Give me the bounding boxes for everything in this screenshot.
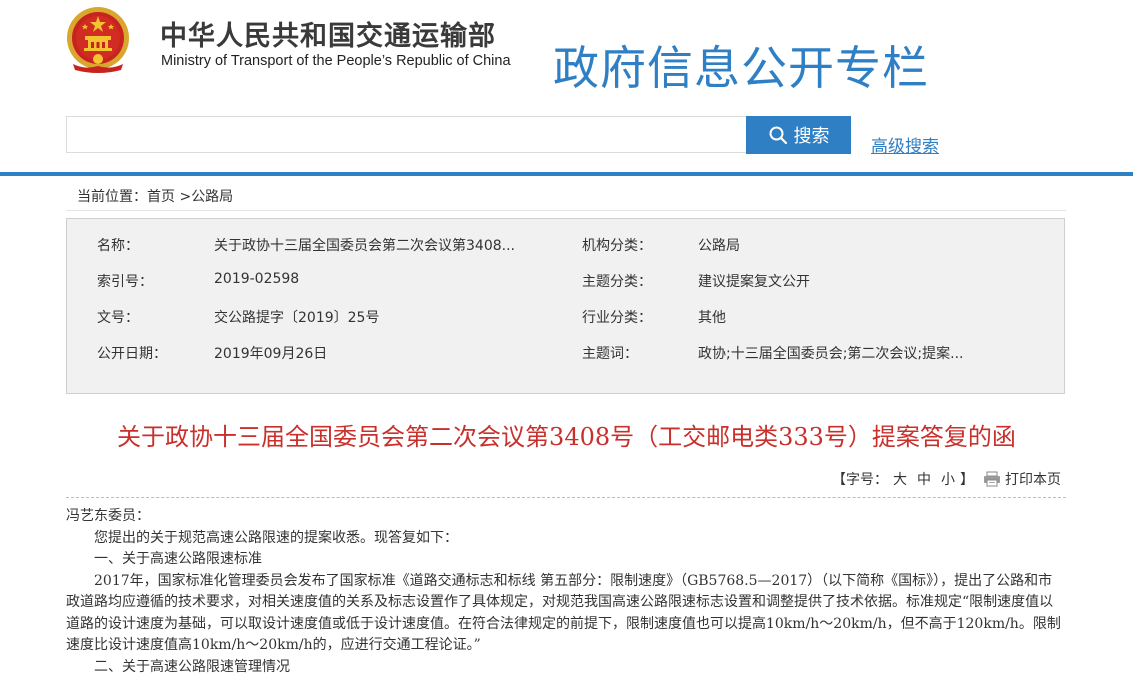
search-button[interactable]: 搜索 — [746, 116, 851, 154]
font-size-medium-button[interactable]: 中 — [917, 472, 931, 488]
breadcrumb-current-link[interactable]: 公路局 — [191, 189, 233, 205]
font-size-small-button[interactable]: 小 — [941, 472, 955, 488]
ministry-name-cn: 中华人民共和国交通运输部 — [160, 14, 496, 53]
printer-icon — [983, 471, 1001, 487]
meta-keywords-value: 政协;十三届全国委员会;第二次会议;提案... — [698, 343, 964, 363]
breadcrumb: 当前位置：首页 >公路局 — [77, 186, 233, 206]
search-field — [66, 116, 746, 153]
body-paragraph: 您提出的关于规范高速公路限速的提案收悉。现答复如下： — [66, 528, 1064, 550]
search-icon — [768, 125, 788, 145]
search-input[interactable] — [67, 117, 746, 152]
print-button[interactable]: 打印本页 — [983, 469, 1061, 489]
body-paragraph: 2017年，国家标准化管理委员会发布了国家标准《道路交通标志和标线 第五部分：限… — [66, 571, 1064, 657]
meta-name-value: 关于政协十三届全国委员会第二次会议第3408... — [214, 235, 515, 255]
document-body: 冯艺东委员： 您提出的关于规范高速公路限速的提案收悉。现答复如下： 一、关于高速… — [66, 506, 1064, 678]
meta-name-label: 名称： — [97, 235, 139, 255]
meta-topic-label: 主题分类： — [582, 271, 652, 291]
column-title: 政府信息公开专栏 — [553, 32, 929, 98]
breadcrumb-separator: > — [179, 189, 191, 205]
font-size-close-bracket: 】 — [960, 472, 974, 488]
national-emblem-icon — [65, 4, 131, 74]
meta-index-value: 2019-02598 — [214, 271, 299, 287]
font-size-large-button[interactable]: 大 — [893, 472, 907, 488]
font-size-label: 【字号： — [832, 472, 888, 488]
meta-org-label: 机构分类： — [582, 235, 652, 255]
print-label: 打印本页 — [1005, 469, 1061, 489]
section-heading: 二、关于高速公路限速管理情况 — [66, 657, 1064, 678]
ministry-name-en: Ministry of Transport of the People’s Re… — [161, 53, 511, 69]
document-title: 关于政协十三届全国委员会第二次会议第3408号（工交邮电类333号）提案答复的函 — [0, 417, 1133, 452]
meta-keywords-label: 主题词： — [582, 343, 638, 363]
meta-industry-label: 行业分类： — [582, 307, 652, 327]
font-size-switcher: 【字号： 大中小】 — [832, 469, 974, 489]
content-divider — [66, 497, 1066, 498]
meta-industry-value: 其他 — [698, 307, 726, 327]
meta-docno-label: 文号： — [97, 307, 139, 327]
advanced-search-link[interactable]: 高级搜索 — [871, 132, 939, 157]
header-divider — [0, 172, 1133, 176]
meta-org-value: 公路局 — [698, 235, 740, 255]
meta-index-label: 索引号： — [97, 271, 153, 291]
breadcrumb-home-link[interactable]: 首页 — [147, 189, 175, 205]
search-button-label: 搜索 — [794, 122, 830, 148]
meta-date-label: 公开日期： — [97, 343, 167, 363]
section-heading: 一、关于高速公路限速标准 — [66, 549, 1064, 571]
meta-date-value: 2019年09月26日 — [214, 343, 327, 363]
breadcrumb-divider — [66, 210, 1066, 211]
meta-topic-value: 建议提案复文公开 — [698, 271, 810, 291]
greeting: 冯艺东委员： — [66, 506, 1064, 528]
breadcrumb-label: 当前位置： — [77, 189, 147, 205]
meta-docno-value: 交公路提字〔2019〕25号 — [214, 307, 379, 327]
